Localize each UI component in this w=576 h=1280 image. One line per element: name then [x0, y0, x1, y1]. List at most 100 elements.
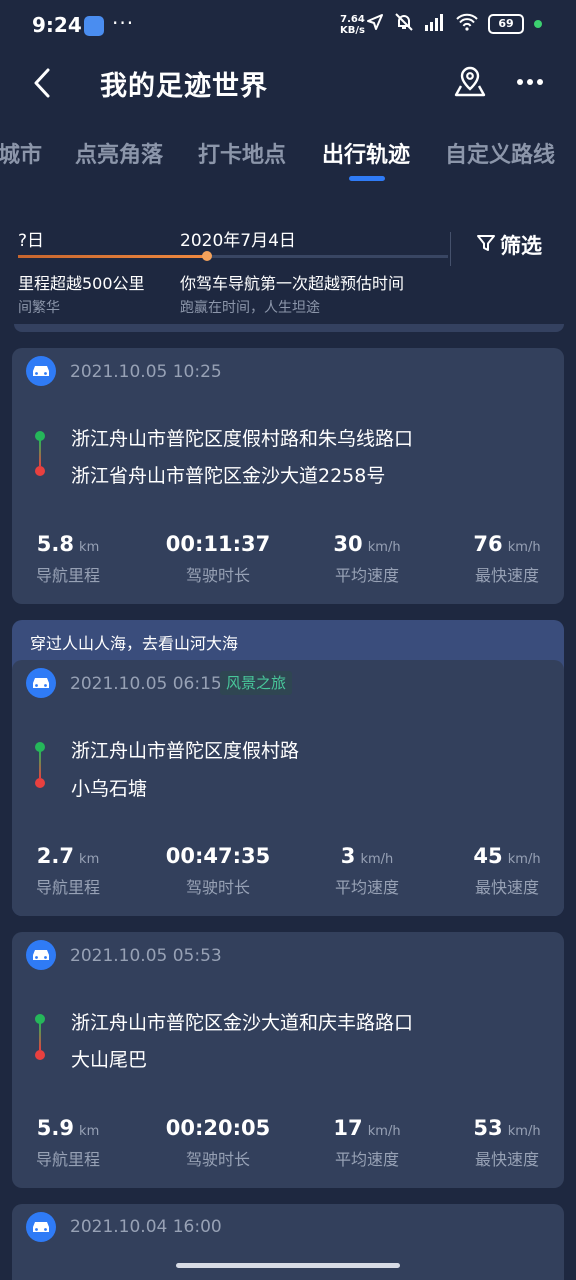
distance-unit: km: [79, 540, 100, 555]
category-tabs: 城市 点亮角落 打卡地点 出行轨迹 自定义路线: [0, 132, 576, 182]
duration-value: 00:47:35: [165, 844, 271, 868]
distance-value: 2.7: [36, 844, 74, 868]
max-speed-value: 53: [473, 1116, 503, 1140]
network-speed-unit: KB/s: [340, 25, 365, 36]
avg-speed-label: 平均速度: [334, 1150, 399, 1169]
active-tab-indicator: [349, 176, 385, 181]
car-icon: [26, 940, 56, 970]
trip-time: 2021.10.04 16:00: [70, 1217, 222, 1237]
milestone-date: ?日: [18, 231, 45, 251]
trip-start-address: 浙江舟山市普陀区度假村路: [71, 740, 300, 762]
filter-label: 筛选: [500, 234, 542, 258]
stat-max-speed: 53 km/h 最快速度: [442, 1116, 572, 1170]
avg-speed-unit: km/h: [367, 1124, 401, 1139]
trip-time: 2021.10.05 10:25: [70, 362, 222, 382]
wifi-icon: [456, 13, 478, 35]
more-options-icon[interactable]: [514, 64, 546, 100]
max-speed-unit: km/h: [507, 1124, 541, 1139]
avg-speed-label: 平均速度: [334, 878, 399, 897]
duration-value: 00:20:05: [165, 1116, 271, 1140]
location-arrow-icon: [366, 13, 384, 35]
tab-travel-tracks[interactable]: 出行轨迹: [322, 137, 410, 169]
milestone-subtitle: 间繁华: [18, 300, 60, 316]
stat-duration: 00:20:05 驾驶时长: [153, 1116, 283, 1170]
duration-label: 驾驶时长: [185, 878, 250, 897]
mute-icon: [394, 12, 414, 36]
stat-avg-speed: 17 km/h 平均速度: [302, 1116, 432, 1170]
milestone-timeline[interactable]: ?日 里程超越500公里 间繁华 2020年7月4日 你驾车导航第一次超越预估时…: [0, 218, 576, 328]
tab-city[interactable]: 城市: [0, 137, 42, 169]
car-icon: [26, 356, 56, 386]
avg-speed-unit: km/h: [367, 540, 401, 555]
stat-max-speed: 76 km/h 最快速度: [442, 532, 572, 586]
max-speed-label: 最快速度: [474, 566, 539, 585]
previous-card-edge: [14, 324, 564, 332]
stat-duration: 00:11:37 驾驶时长: [153, 532, 283, 586]
route-connector: [39, 440, 41, 466]
privacy-indicator-dot: [534, 20, 542, 28]
end-point-icon: [35, 1050, 45, 1060]
end-point-icon: [35, 466, 45, 476]
back-arrow-icon[interactable]: [30, 66, 58, 100]
max-speed-label: 最快速度: [474, 1150, 539, 1169]
distance-value: 5.8: [36, 532, 74, 556]
tab-light-corners[interactable]: 点亮角落: [75, 137, 163, 169]
distance-unit: km: [79, 1124, 100, 1139]
milestone-headline: 你驾车导航第一次超越预估时间: [180, 274, 405, 293]
trip-card[interactable]: 2021.10.04 16:00: [12, 1204, 564, 1280]
map-location-icon[interactable]: [452, 64, 488, 100]
tab-custom-routes[interactable]: 自定义路线: [445, 137, 555, 169]
trip-card[interactable]: 2021.10.05 05:53 浙江舟山市普陀区金沙大道和庆丰路路口 大山尾巴…: [12, 932, 564, 1188]
duration-label: 驾驶时长: [185, 1150, 250, 1169]
trip-card[interactable]: 2021.10.05 06:15 风景之旅 浙江舟山市普陀区度假村路 小乌石塘 …: [12, 660, 564, 916]
car-icon: [26, 668, 56, 698]
network-speed: 7.64 KB/s: [340, 14, 365, 36]
avg-speed-value: 3: [340, 844, 356, 868]
avg-speed-unit: km/h: [360, 852, 394, 867]
milestone-headline: 里程超越500公里: [18, 274, 145, 293]
trip-end-address: 大山尾巴: [71, 1049, 148, 1071]
signal-icon: [424, 13, 446, 35]
timeline-marker[interactable]: [202, 251, 213, 261]
duration-value: 00:11:37: [165, 532, 271, 556]
stat-distance: 5.8 km 导航里程: [3, 532, 133, 586]
group-title: 穿过人山人海，去看山河大海: [30, 634, 239, 653]
home-indicator[interactable]: [176, 1263, 400, 1268]
max-speed-value: 76: [473, 532, 503, 556]
app-header: 我的足迹世界: [0, 52, 576, 114]
distance-unit: km: [79, 852, 100, 867]
page-title: 我的足迹世界: [100, 71, 268, 102]
battery-icon: 69: [488, 14, 524, 34]
trip-time: 2021.10.05 06:15: [70, 674, 222, 694]
trip-end-address: 浙江省舟山市普陀区金沙大道2258号: [71, 465, 386, 487]
status-bar: 9:24 ··· 7.64 KB/s 69: [0, 0, 576, 52]
trip-start-address: 浙江舟山市普陀区金沙大道和庆丰路路口: [71, 1012, 414, 1034]
avg-speed-label: 平均速度: [334, 566, 399, 585]
distance-value: 5.9: [36, 1116, 74, 1140]
distance-label: 导航里程: [35, 878, 100, 897]
tab-checkin-places[interactable]: 打卡地点: [198, 137, 286, 169]
distance-label: 导航里程: [35, 566, 100, 585]
stat-avg-speed: 30 km/h 平均速度: [302, 532, 432, 586]
stat-distance: 5.9 km 导航里程: [3, 1116, 133, 1170]
stat-duration: 00:47:35 驾驶时长: [153, 844, 283, 898]
timeline-progress: [18, 255, 208, 258]
duration-label: 驾驶时长: [185, 566, 250, 585]
stat-distance: 2.7 km 导航里程: [3, 844, 133, 898]
trip-tag: 风景之旅: [220, 671, 293, 695]
avg-speed-value: 17: [333, 1116, 363, 1140]
max-speed-value: 45: [473, 844, 503, 868]
distance-label: 导航里程: [35, 1150, 100, 1169]
max-speed-unit: km/h: [507, 540, 541, 555]
car-icon: [26, 1212, 56, 1242]
trip-card[interactable]: 2021.10.05 10:25 浙江舟山市普陀区度假村路和朱乌线路口 浙江省舟…: [12, 348, 564, 604]
network-speed-value: 7.64: [340, 14, 365, 25]
stat-max-speed: 45 km/h 最快速度: [442, 844, 572, 898]
status-time: 9:24: [32, 13, 82, 37]
route-connector: [39, 1023, 41, 1050]
filter-button[interactable]: 筛选: [476, 230, 542, 260]
max-speed-unit: km/h: [507, 852, 541, 867]
trip-time: 2021.10.05 05:53: [70, 946, 222, 966]
avg-speed-value: 30: [333, 532, 363, 556]
end-point-icon: [35, 778, 45, 788]
